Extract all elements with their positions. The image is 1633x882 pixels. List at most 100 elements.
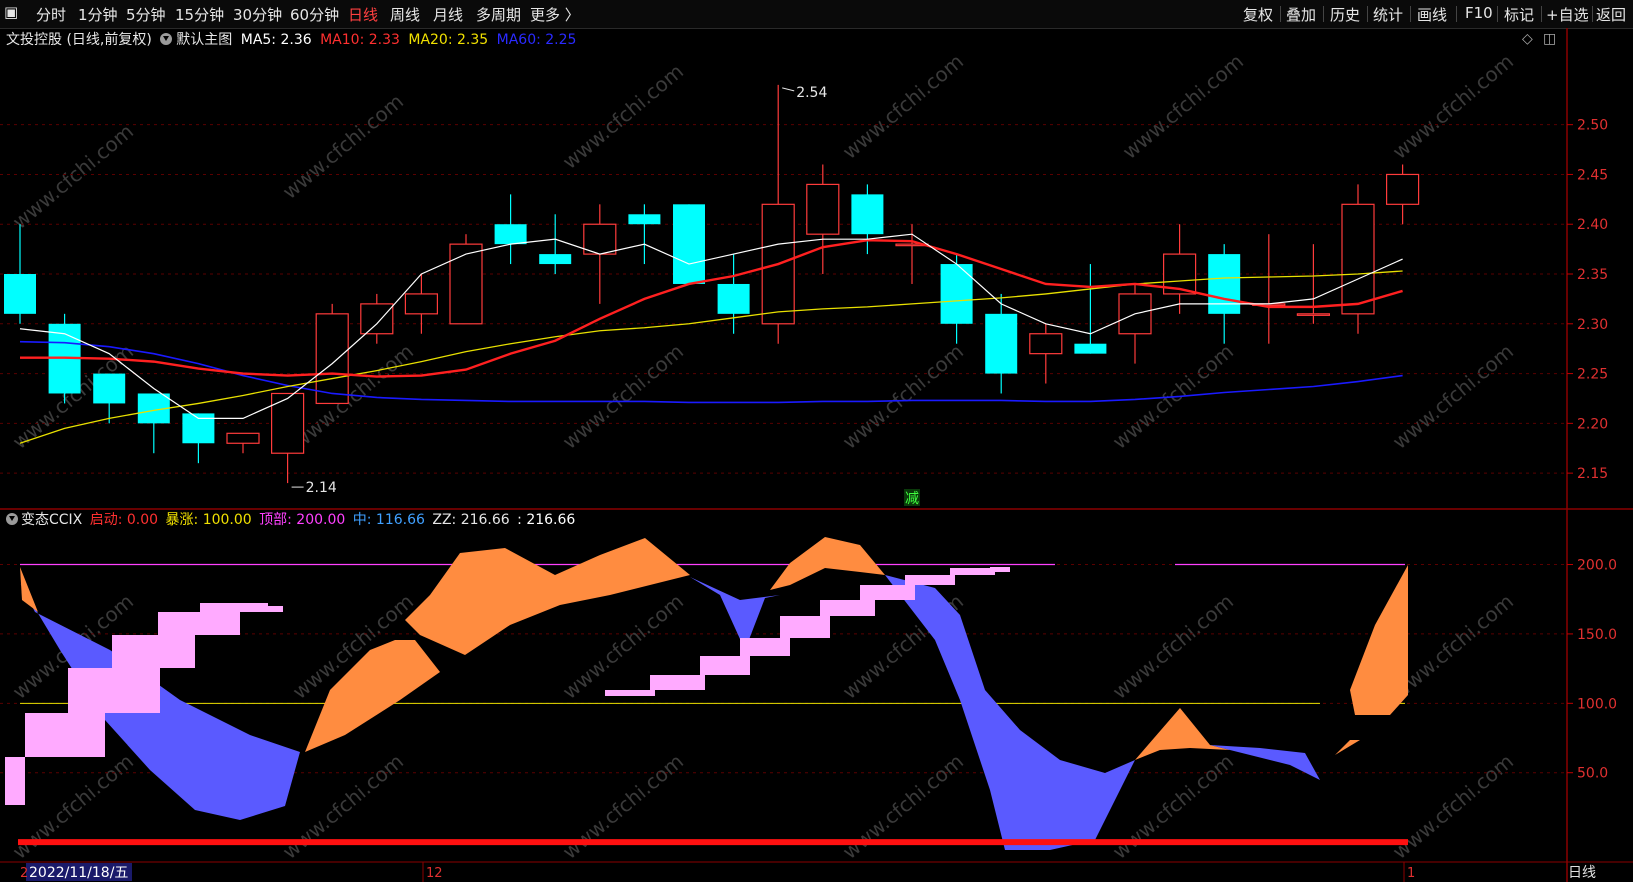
- kline-chart[interactable]: www.cfchi.com www.cfchi.com www.cfchi.com w…: [0, 0, 1633, 882]
- candle-body-down: [628, 214, 661, 225]
- candle-body-down: [539, 254, 572, 265]
- qidong-label: 启动: 0.00: [89, 512, 159, 528]
- pink-step-bar: [950, 568, 995, 575]
- y-tick-label: 2.50: [1577, 118, 1608, 134]
- y-tick-label: 2.45: [1577, 167, 1608, 183]
- watermark-text: www.cfchi.com: [558, 339, 688, 454]
- pink-step-bar: [68, 668, 160, 713]
- pink-step-bar: [5, 757, 25, 805]
- bottom-period-label[interactable]: 日线: [1568, 862, 1596, 882]
- x-month-label: 1: [1407, 866, 1415, 881]
- pink-step-bar: [700, 656, 750, 675]
- watermark-text: www.cfchi.com: [1118, 49, 1248, 164]
- pink-step-bar: [650, 675, 705, 690]
- pink-step-bar: [255, 606, 283, 612]
- y-tick-label: 2.30: [1577, 317, 1608, 333]
- pink-step-bar: [820, 600, 875, 616]
- pink-step-bar: [605, 690, 655, 696]
- candle-body-up: [404, 293, 438, 315]
- candle-body-up: [449, 243, 483, 325]
- orange-area: [770, 537, 885, 590]
- stock-title: 文投控股 (日线,前复权): [6, 32, 152, 48]
- last-value-label: : 216.66: [517, 512, 576, 528]
- template-name[interactable]: 默认主图: [176, 32, 232, 48]
- diamond-icon[interactable]: ◇: [1522, 31, 1533, 47]
- indicator-tick-label: 200.0: [1577, 558, 1617, 574]
- candle-body-down: [851, 194, 884, 235]
- pink-step-bar: [112, 635, 195, 668]
- orange-area: [1135, 708, 1230, 760]
- template-dropdown-icon[interactable]: [160, 33, 173, 45]
- watermark-text: www.cfchi.com: [558, 749, 688, 864]
- orange-area: [20, 567, 38, 612]
- pink-step-bar: [158, 612, 240, 635]
- watermark-text: www.cfchi.com: [1388, 749, 1518, 864]
- ma20-label: MA20: 2.35: [408, 32, 489, 48]
- candle-body-up: [271, 392, 305, 454]
- candle-body-up: [806, 183, 840, 235]
- x-month-label: 2: [20, 866, 28, 881]
- ma60-label: MA60: 2.25: [496, 32, 577, 48]
- indicator-tick-label: 50.0: [1577, 766, 1608, 782]
- candle-body-up: [360, 303, 394, 335]
- candle-body-down: [940, 264, 973, 324]
- high-annotation: 2.54: [796, 85, 827, 101]
- blue-area: [885, 575, 1135, 850]
- x-month-label: 12: [426, 866, 443, 881]
- y-tick-label: 2.35: [1577, 267, 1608, 283]
- candle-body-down: [1208, 254, 1241, 314]
- orange-area: [1350, 565, 1408, 715]
- date-label: 2022/11/18/五: [29, 865, 128, 881]
- watermark-text: www.cfchi.com: [278, 749, 408, 864]
- dingbu-label: 顶部: 200.00: [259, 512, 346, 528]
- candle-body-up: [1385, 173, 1420, 205]
- low-annotation: 2.14: [306, 480, 337, 496]
- indicator-info-bar: 变态CCIX 启动: 0.00 暴涨: 100.00 顶部: 200.00 中:…: [6, 509, 578, 529]
- candle-body-up: [1341, 203, 1375, 315]
- candle-body-up: [1029, 333, 1063, 355]
- candle-body-up: [315, 313, 349, 405]
- indicator-tick-label: 150.0: [1577, 627, 1617, 643]
- high-arrow: [782, 87, 795, 92]
- pink-step-bar: [990, 567, 1010, 572]
- main-panel: 2.54 2.14 减: [4, 84, 1420, 507]
- main-info-bar: 文投控股 (日线,前复权) 默认主图 MA5: 2.36 MA10: 2.33 …: [6, 29, 580, 49]
- candle-body-down: [673, 204, 705, 284]
- zz-label: ZZ: 216.66: [432, 512, 510, 528]
- indicator-dropdown-icon[interactable]: [6, 513, 18, 525]
- candle-body-down: [494, 224, 527, 245]
- candle-body-down: [93, 373, 126, 404]
- watermark-text: www.cfchi.com: [8, 119, 138, 234]
- pink-step-bar: [905, 575, 955, 585]
- candle-body-down: [985, 313, 1018, 374]
- indicator-panel: [5, 537, 1408, 850]
- ma20-line: [19, 270, 1403, 444]
- watermark-text: www.cfchi.com: [838, 339, 968, 454]
- marker-text: 减: [905, 491, 919, 507]
- watermark-text: www.cfchi.com: [1388, 339, 1518, 454]
- ma5-label: MA5: 2.36: [240, 32, 312, 48]
- candle-body-up: [583, 223, 617, 255]
- watermark-text: www.cfchi.com: [558, 59, 688, 174]
- y-tick-label: 2.20: [1577, 416, 1608, 432]
- watermark-text: www.cfchi.com: [838, 49, 968, 164]
- orange-area: [1320, 740, 1360, 770]
- watermark-text: www.cfchi.com: [1108, 589, 1238, 704]
- pink-step-bar: [25, 713, 105, 757]
- watermark-text: www.cfchi.com: [1388, 49, 1518, 164]
- watermark-text: www.cfchi.com: [838, 749, 968, 864]
- candle-body-down: [717, 283, 750, 314]
- indicator-name[interactable]: 变态CCIX: [21, 512, 82, 528]
- indicator-tick-label: 100.0: [1577, 696, 1617, 712]
- candle-body-up: [226, 432, 260, 444]
- watermark-text: www.cfchi.com: [8, 749, 138, 864]
- candle-body-down: [4, 274, 36, 314]
- pink-step-bar: [740, 638, 790, 656]
- ma10-label: MA10: 2.33: [320, 32, 400, 48]
- pink-step-bar: [860, 585, 915, 600]
- zhong-label: 中: 116.66: [352, 512, 425, 528]
- candle-body-up: [1296, 313, 1331, 316]
- y-tick-label: 2.25: [1577, 367, 1608, 383]
- panel-toggle-icon[interactable]: ◫: [1543, 31, 1556, 47]
- pink-step-bar: [780, 616, 830, 638]
